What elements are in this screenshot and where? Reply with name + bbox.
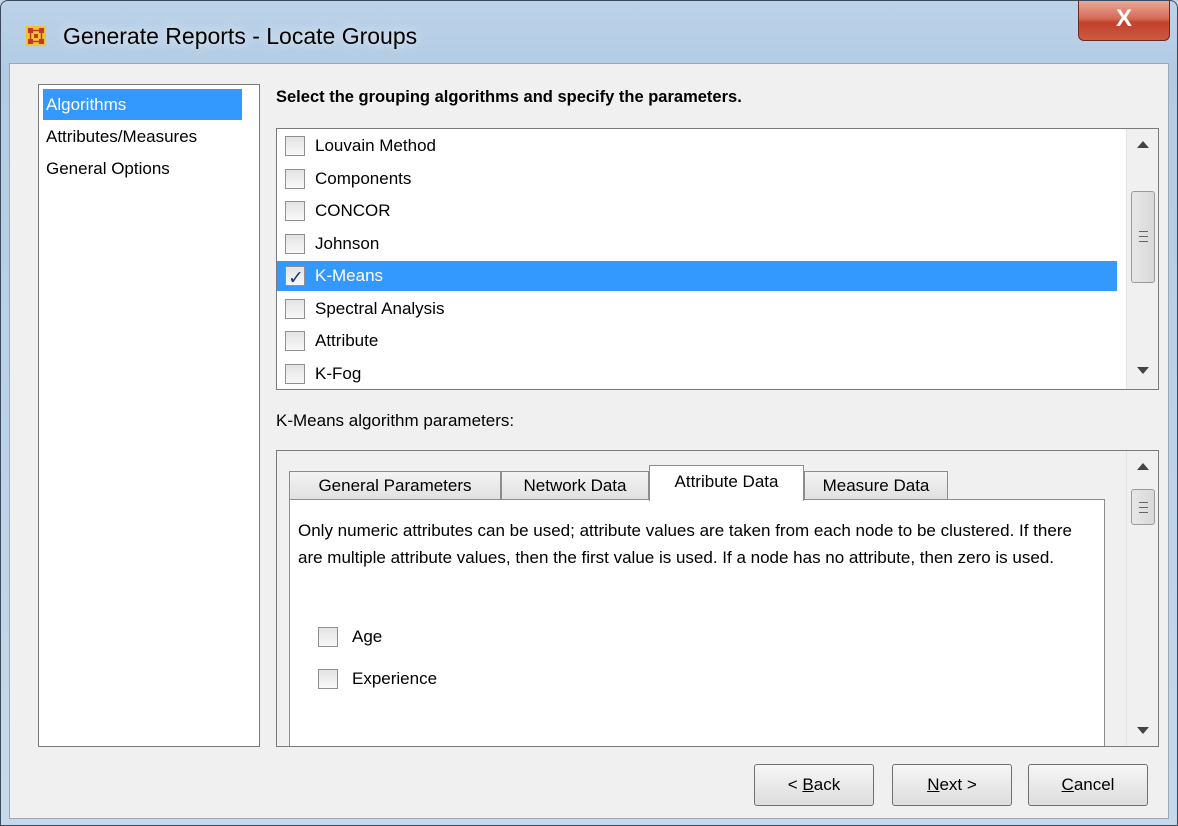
params-label: K-Means algorithm parameters:	[276, 411, 515, 430]
close-button[interactable]: X	[1078, 1, 1170, 41]
window-title: Generate Reports - Locate Groups	[63, 23, 418, 49]
params-scrollbar[interactable]	[1126, 451, 1158, 746]
next-button[interactable]: Next >	[892, 764, 1012, 806]
algorithm-item-k-fog[interactable]: K-Fog	[277, 359, 1117, 389]
algorithm-label: Louvain Method	[315, 136, 436, 155]
back-button[interactable]: < Back	[754, 764, 874, 806]
scroll-thumb[interactable]	[1131, 191, 1155, 283]
algorithm-label: K-Fog	[315, 363, 362, 383]
params-panel: General Parameters Network Data Attribute …	[276, 450, 1159, 747]
checkbox[interactable]	[285, 233, 305, 254]
checkbox[interactable]	[285, 168, 305, 189]
algorithm-item-components[interactable]: Components	[277, 164, 1117, 194]
app-icon	[26, 26, 46, 46]
title-bar[interactable]: Generate Reports - Locate Groups X	[1, 1, 1177, 63]
algorithm-item-louvain-method[interactable]: Louvain Method	[277, 131, 1117, 161]
sidebar-item-algorithms[interactable]: Algorithms	[43, 89, 242, 120]
algorithm-item-concor[interactable]: CONCOR	[277, 196, 1117, 226]
close-icon: X	[1115, 5, 1132, 32]
attribute-description: Only numeric attributes can be used; att…	[298, 521, 1072, 567]
algorithm-label: Components	[315, 168, 412, 188]
checkbox[interactable]	[285, 201, 305, 221]
dialog-client-area: Algorithms Attributes/Measures General Opt…	[9, 63, 1169, 819]
tab-network-data[interactable]: Network Data	[501, 471, 649, 499]
checkbox[interactable]: ✓	[285, 266, 305, 289]
cancel-button[interactable]: Cancel	[1028, 764, 1148, 806]
tab-general-parameters[interactable]: General Parameters	[289, 471, 501, 499]
scroll-down-icon[interactable]	[1137, 727, 1149, 734]
algorithm-label: K-Means	[315, 266, 384, 285]
algorithm-list-scrollbar[interactable]	[1126, 129, 1158, 389]
algorithm-list: Louvain Method Components CONCOR Johnson ✓ K-…	[276, 128, 1159, 390]
algorithm-item-attribute[interactable]: Attribute	[277, 326, 1117, 356]
algorithm-label: CONCOR	[315, 201, 391, 220]
scroll-down-icon[interactable]	[1137, 367, 1149, 374]
algorithm-item-johnson[interactable]: Johnson	[277, 229, 1117, 259]
sidebar-nav: Algorithms Attributes/Measures General Opt…	[38, 84, 260, 747]
tab-attribute-data[interactable]: Attribute Data	[649, 465, 804, 501]
attribute-data-tab-content: Only numeric attributes can be used; att…	[289, 499, 1105, 746]
algorithm-label: Attribute	[315, 331, 379, 350]
algorithm-label: Spectral Analysis	[315, 298, 445, 318]
checkbox[interactable]	[285, 363, 305, 384]
scroll-thumb[interactable]	[1131, 489, 1155, 525]
tab-measure-data[interactable]: Measure Data	[804, 471, 948, 499]
algorithm-item-spectral-analysis[interactable]: Spectral Analysis	[277, 294, 1117, 324]
dialog-window: Generate Reports - Locate Groups X Algor…	[0, 0, 1178, 826]
checkbox[interactable]	[318, 669, 338, 689]
checkbox[interactable]	[285, 298, 305, 319]
attribute-label: Experience	[352, 669, 438, 688]
algorithms-heading: Select the grouping algorithms and speci…	[276, 88, 742, 106]
algorithm-item-k-means[interactable]: ✓ K-Means	[277, 261, 1117, 291]
scroll-up-icon[interactable]	[1137, 141, 1149, 148]
sidebar-item-general-options[interactable]: General Options	[43, 153, 242, 184]
attribute-label: Age	[352, 627, 383, 646]
checkmark-icon: ✓	[288, 268, 304, 289]
checkbox[interactable]	[318, 627, 338, 647]
scroll-up-icon[interactable]	[1137, 463, 1149, 470]
sidebar-item-attributes-measures[interactable]: Attributes/Measures	[43, 121, 242, 152]
algorithm-label: Johnson	[315, 233, 380, 253]
checkbox[interactable]	[285, 136, 305, 156]
checkbox[interactable]	[285, 331, 305, 351]
